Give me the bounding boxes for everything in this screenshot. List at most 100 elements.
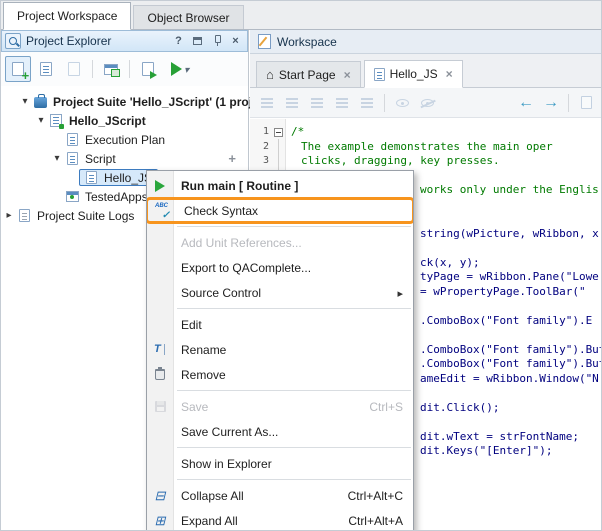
- menu-item-check-syntax[interactable]: Check Syntax: [146, 197, 414, 224]
- code-line: tyPage = wRibbon.Pane("Lowe: [420, 270, 602, 285]
- chevron-down-icon[interactable]: [35, 115, 47, 126]
- organize-panels-button[interactable]: [98, 56, 124, 82]
- menu-item-remove[interactable]: Remove: [147, 362, 413, 387]
- save-icon: [151, 394, 169, 419]
- tab-hello-js-label: Hello_JS: [390, 67, 438, 81]
- toolbar-separator: [129, 60, 130, 78]
- back-arrow-icon: [518, 94, 534, 112]
- script-unit-icon: [374, 68, 385, 81]
- workspace-title: Workspace: [277, 35, 337, 49]
- tree-item-project-suite[interactable]: Project Suite 'Hello_JScript' (1 project…: [1, 92, 248, 111]
- tree-item-label: Hello_JS: [104, 171, 152, 185]
- code-line: dit.Click();: [420, 401, 602, 416]
- dropdown-caret-icon: [184, 62, 189, 76]
- menu-item-export-qacomplete[interactable]: Export to QAComplete...: [147, 255, 413, 280]
- panels-icon: [104, 64, 118, 75]
- tab-start-page-label: Start Page: [279, 68, 336, 82]
- collapse-all-icon: [151, 483, 169, 508]
- code-line: dit.wText = strFontName;: [420, 430, 602, 445]
- help-button[interactable]: ?: [171, 33, 186, 49]
- navigate-back-button[interactable]: [515, 92, 537, 114]
- outdent-button[interactable]: [281, 92, 303, 114]
- run-project-button[interactable]: [163, 56, 197, 82]
- close-tab-button[interactable]: ×: [446, 67, 453, 81]
- eye-icon: [396, 99, 409, 107]
- toolbar-overflow-button[interactable]: [575, 92, 597, 114]
- navigate-forward-button[interactable]: [540, 92, 562, 114]
- menu-item-show-in-explorer[interactable]: Show in Explorer: [147, 451, 413, 476]
- menu-item-collapse-all[interactable]: Collapse All Ctrl+Alt+C: [147, 483, 413, 508]
- add-new-item-button[interactable]: [33, 56, 59, 82]
- project-explorer-icon: [5, 33, 21, 49]
- menu-item-label: Run main [ Routine ]: [181, 179, 298, 193]
- code-line: string(wPicture, wRibbon, x: [420, 227, 602, 242]
- code-line: ck(x, y);: [420, 256, 602, 271]
- script-folder-icon: [63, 152, 81, 165]
- add-new-project-button[interactable]: [5, 56, 31, 82]
- run-document-icon: [142, 62, 154, 76]
- project-suite-icon: [31, 95, 49, 108]
- tree-item-label: Execution Plan: [85, 133, 165, 147]
- tab-project-workspace-label: Project Workspace: [17, 9, 117, 23]
- menu-item-label: Export to QAComplete...: [181, 261, 311, 275]
- testcomplete-window: Project Workspace Object Browser Project…: [0, 0, 602, 531]
- eye-slash-icon: [421, 99, 434, 107]
- tree-item-script[interactable]: Script +: [1, 149, 248, 168]
- rename-icon: [151, 337, 169, 362]
- pin-button[interactable]: [209, 33, 224, 49]
- menu-item-label: Save Current As...: [181, 425, 278, 439]
- hide-button[interactable]: [416, 92, 438, 114]
- close-tab-button[interactable]: ×: [344, 68, 351, 82]
- add-existing-item-button[interactable]: [61, 56, 87, 82]
- uncomment-button[interactable]: [331, 92, 353, 114]
- toolbar-separator: [384, 94, 385, 112]
- line-number: 3: [250, 154, 285, 169]
- code-line: clicks, dragging, key presses.: [301, 154, 602, 169]
- tab-project-workspace[interactable]: Project Workspace: [3, 2, 131, 30]
- show-hidden-button[interactable]: [391, 92, 413, 114]
- toolbar-separator: [568, 94, 569, 112]
- menu-separator: [177, 308, 411, 309]
- menu-item-edit[interactable]: Edit: [147, 312, 413, 337]
- menu-item-run-main[interactable]: Run main [ Routine ]: [147, 173, 413, 198]
- existing-item-icon: [68, 62, 80, 76]
- chevron-down-icon[interactable]: [51, 153, 63, 164]
- close-button[interactable]: ×: [228, 33, 243, 49]
- menu-item-label: Expand All: [181, 514, 238, 528]
- add-item-button[interactable]: +: [228, 151, 236, 166]
- chevron-down-icon[interactable]: [19, 96, 31, 107]
- menu-item-label: Source Control: [181, 286, 261, 300]
- check-syntax-icon: [154, 200, 172, 221]
- comment-button[interactable]: [306, 92, 328, 114]
- code-line: .ComboBox("Font family").E: [420, 314, 602, 329]
- tab-object-browser[interactable]: Object Browser: [133, 5, 243, 29]
- menu-item-source-control[interactable]: Source Control: [147, 280, 413, 305]
- menu-item-expand-all[interactable]: Expand All Ctrl+Alt+A: [147, 508, 413, 531]
- tree-item-label: Hello_JScript: [69, 114, 146, 128]
- menu-separator: [177, 390, 411, 391]
- pin-icon: [212, 35, 222, 47]
- context-menu: Run main [ Routine ] Check Syntax Add Un…: [146, 170, 414, 531]
- trash-icon: [151, 362, 169, 387]
- menu-separator: [177, 479, 411, 480]
- project-explorer-header: Project Explorer ? ×: [1, 30, 248, 52]
- chevron-right-icon[interactable]: [3, 210, 15, 221]
- dock-button[interactable]: [190, 33, 205, 49]
- run-icon: [171, 62, 182, 76]
- menu-item-save-current-as[interactable]: Save Current As...: [147, 419, 413, 444]
- code-line: /*: [291, 125, 602, 140]
- format-button[interactable]: [356, 92, 378, 114]
- menu-item-rename[interactable]: Rename: [147, 337, 413, 362]
- forward-arrow-icon: [543, 94, 559, 112]
- menu-item-label: Remove: [181, 368, 226, 382]
- run-unit-button[interactable]: [135, 56, 161, 82]
- tree-item-execution-plan[interactable]: Execution Plan: [1, 130, 248, 149]
- tab-hello-js[interactable]: Hello_JS ×: [364, 60, 463, 88]
- indent-button[interactable]: [256, 92, 278, 114]
- tree-item-hello-jscript[interactable]: Hello_JScript: [1, 111, 248, 130]
- tree-item-label: TestedApps: [85, 190, 148, 204]
- code-line: = wPropertyPage.ToolBar(": [420, 285, 602, 300]
- fold-collapse-icon[interactable]: [274, 128, 283, 137]
- tab-start-page[interactable]: Start Page ×: [256, 61, 361, 87]
- code-line: .ComboBox("Font family").But: [420, 343, 602, 358]
